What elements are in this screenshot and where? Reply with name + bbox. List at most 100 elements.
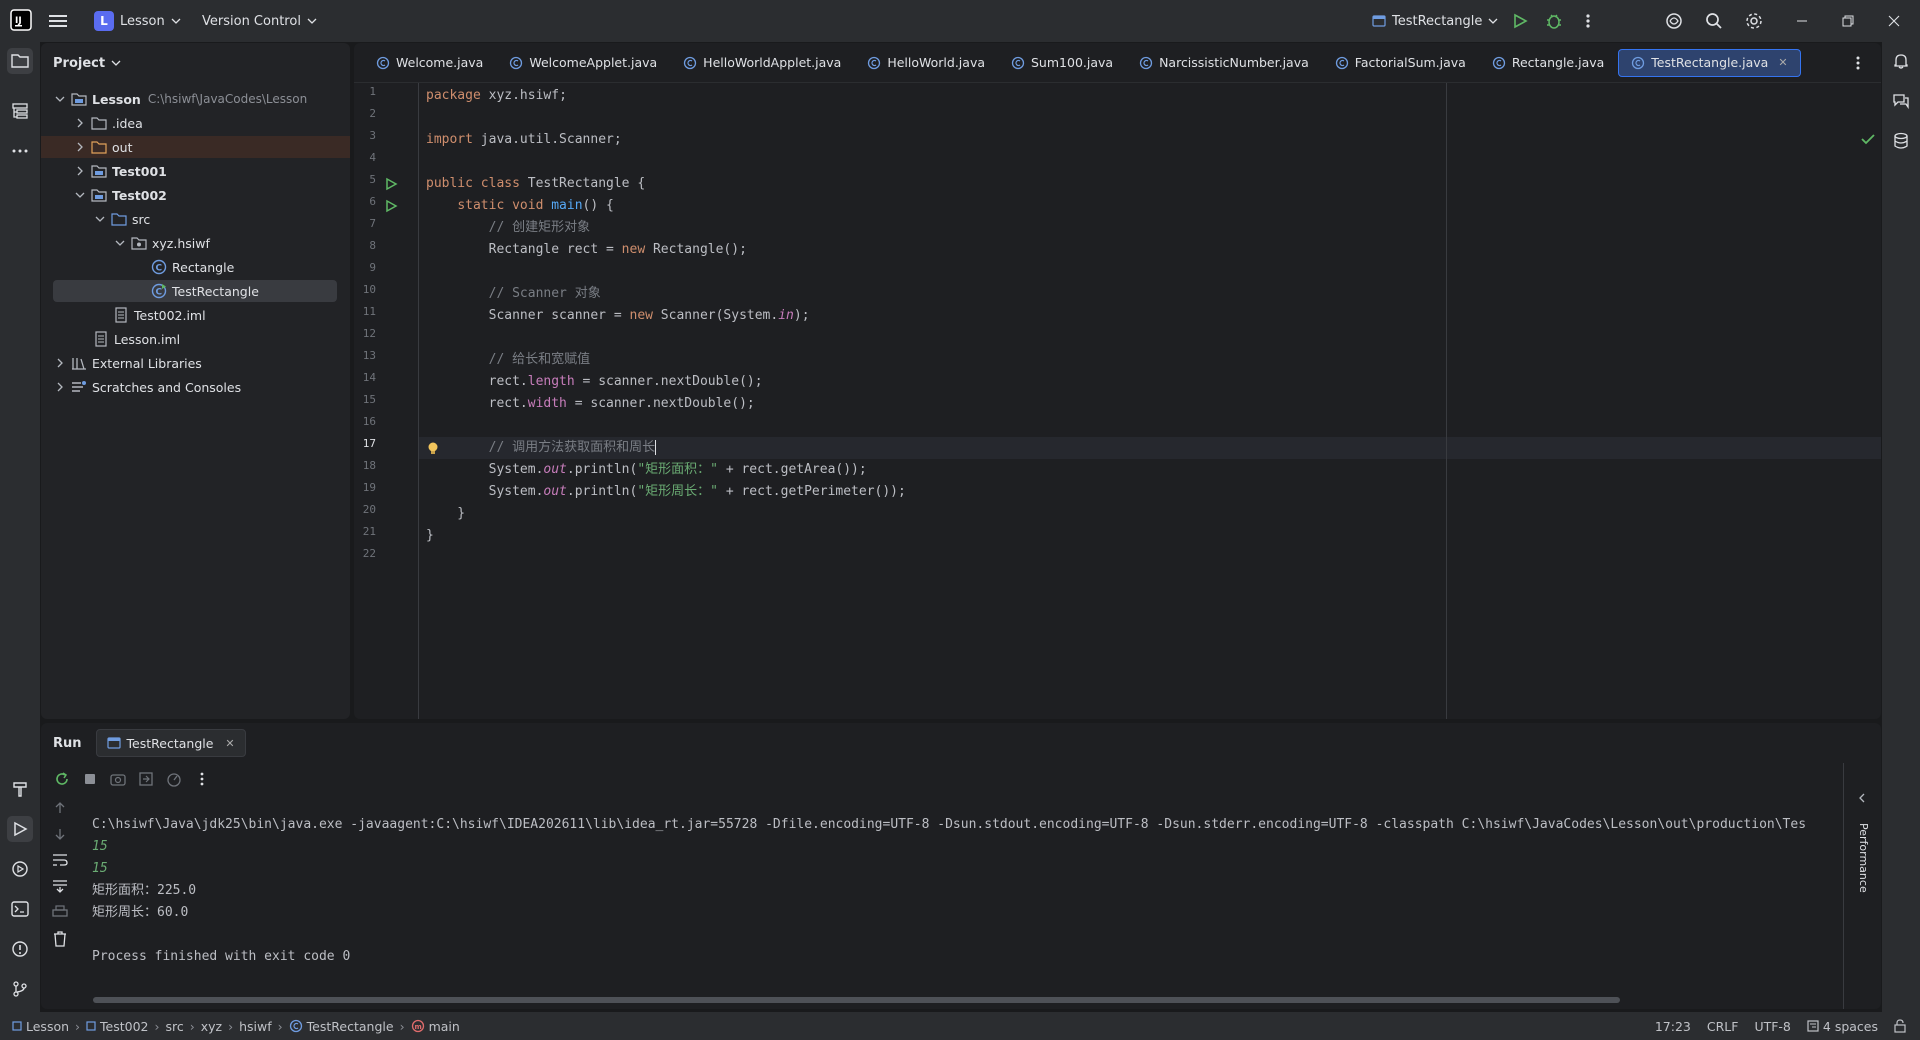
no-problems-check-icon[interactable] xyxy=(1861,133,1875,145)
chevron-down-icon[interactable] xyxy=(113,236,127,250)
run-config-widget[interactable]: TestRectangle xyxy=(1364,7,1506,35)
notifications-bell-icon[interactable] xyxy=(1888,48,1914,74)
tree-item-idea[interactable]: .idea xyxy=(73,112,337,134)
project-panel-header[interactable]: Project xyxy=(41,43,350,83)
print-icon[interactable] xyxy=(52,905,68,919)
trash-icon[interactable] xyxy=(53,931,67,947)
minimize-window-icon[interactable] xyxy=(1790,9,1814,33)
soft-wrap-icon[interactable] xyxy=(52,853,68,867)
tab-narcissisticnumber[interactable]: NarcissisticNumber.java xyxy=(1127,49,1321,77)
breadcrumb-item[interactable]: xyz xyxy=(201,1019,222,1034)
chevron-down-icon[interactable] xyxy=(73,188,87,202)
chevron-right-icon[interactable] xyxy=(73,116,87,130)
chevron-right-icon[interactable] xyxy=(53,356,67,370)
arrow-up-icon[interactable] xyxy=(53,801,67,815)
more-tools-icon[interactable] xyxy=(7,138,33,164)
restore-layout-icon[interactable] xyxy=(135,768,157,790)
tab-options-icon[interactable] xyxy=(1856,55,1860,71)
tree-item-scratches[interactable]: Scratches and Consoles xyxy=(53,376,337,398)
horizontal-scrollbar[interactable] xyxy=(93,997,1620,1003)
services-tool-icon[interactable] xyxy=(7,856,33,882)
read-only-lock-icon[interactable] xyxy=(1894,1019,1906,1033)
tree-item-package[interactable]: xyz.hsiwf xyxy=(113,232,337,254)
rerun-icon[interactable] xyxy=(51,768,73,790)
restore-window-icon[interactable] xyxy=(1836,9,1860,33)
breadcrumb-item[interactable]: Test002 xyxy=(86,1019,149,1034)
file-encoding[interactable]: UTF-8 xyxy=(1754,1019,1790,1034)
tab-welcomeapplet[interactable]: WelcomeApplet.java xyxy=(497,49,669,77)
run-tab-testrectangle[interactable]: TestRectangle ✕ xyxy=(95,729,246,757)
breadcrumb-item[interactable]: hsiwf xyxy=(239,1019,272,1034)
profiler-icon[interactable] xyxy=(163,768,185,790)
editor-panel: Welcome.java WelcomeApplet.java HelloWor… xyxy=(354,43,1881,719)
run-gutter-icon[interactable] xyxy=(384,177,398,191)
run-gutter-icon[interactable] xyxy=(384,199,398,213)
run-tool-icon[interactable] xyxy=(7,816,33,842)
debug-icon[interactable] xyxy=(1542,9,1566,33)
tree-item-rectangle[interactable]: C Rectangle xyxy=(151,256,337,278)
arrow-down-icon[interactable] xyxy=(53,827,67,841)
scroll-to-end-icon[interactable] xyxy=(52,879,68,893)
search-icon[interactable] xyxy=(1702,9,1726,33)
tree-item-test001[interactable]: Test001 xyxy=(73,160,337,182)
breadcrumb-item[interactable]: Lesson xyxy=(12,1019,69,1034)
problems-tool-icon[interactable] xyxy=(7,936,33,962)
stop-icon[interactable] xyxy=(79,768,101,790)
tree-item-test002-iml[interactable]: Test002.iml xyxy=(113,304,337,326)
breadcrumb-item[interactable]: m main xyxy=(411,1019,460,1034)
tree-item-lesson-iml[interactable]: Lesson.iml xyxy=(93,328,337,350)
intellij-logo-icon[interactable]: IJ xyxy=(10,9,32,31)
indent-setting[interactable]: 4 spaces xyxy=(1807,1019,1878,1034)
chevron-down-icon xyxy=(171,18,181,24)
project-widget[interactable]: L Lesson xyxy=(86,7,189,35)
chevron-down-icon[interactable] xyxy=(93,212,107,226)
caret-position[interactable]: 17:23 xyxy=(1655,1019,1691,1034)
build-hammer-icon[interactable] xyxy=(7,776,33,802)
vcs-widget[interactable]: Version Control xyxy=(194,7,325,35)
tab-testrectangle[interactable]: TestRectangle.java ✕ xyxy=(1618,48,1801,77)
chevron-right-icon[interactable] xyxy=(73,164,87,178)
run-icon[interactable] xyxy=(1508,9,1532,33)
git-branch-icon[interactable] xyxy=(7,976,33,1002)
chevron-left-icon[interactable] xyxy=(1857,793,1867,803)
chevron-right-icon[interactable] xyxy=(53,380,67,394)
line-separator[interactable]: CRLF xyxy=(1707,1019,1739,1034)
title-bar: IJ L Lesson Version Control TestRectangl… xyxy=(0,0,1920,42)
ai-assistant-icon[interactable] xyxy=(1662,9,1686,33)
structure-tool-icon[interactable] xyxy=(7,98,33,124)
lightbulb-icon[interactable] xyxy=(427,441,439,457)
tab-helloworldapplet[interactable]: HelloWorldApplet.java xyxy=(671,49,853,77)
tab-helloworld[interactable]: HelloWorld.java xyxy=(855,49,997,77)
status-right-group: 17:23 CRLF UTF-8 4 spaces xyxy=(1655,1012,1920,1040)
settings-gear-icon[interactable] xyxy=(1742,9,1766,33)
run-panel-header: Run TestRectangle ✕ xyxy=(41,723,1881,763)
chevron-right-icon[interactable] xyxy=(73,140,87,154)
tree-item-out[interactable]: out xyxy=(41,136,350,158)
tree-item-external-libraries[interactable]: External Libraries xyxy=(53,352,337,374)
tab-rectangle[interactable]: Rectangle.java xyxy=(1480,49,1616,77)
main-menu-icon[interactable] xyxy=(46,9,70,33)
ai-chat-icon[interactable] xyxy=(1888,88,1914,114)
tree-item-test002[interactable]: Test002 xyxy=(73,184,337,206)
close-tab-icon[interactable]: ✕ xyxy=(1778,56,1787,69)
database-icon[interactable] xyxy=(1888,128,1914,154)
breadcrumb-item[interactable]: src xyxy=(166,1019,184,1034)
tree-item-testrectangle[interactable]: C TestRectangle xyxy=(53,280,337,302)
performance-side-panel[interactable]: Performance xyxy=(1843,763,1881,1009)
screenshot-icon[interactable] xyxy=(107,768,129,790)
terminal-tool-icon[interactable] xyxy=(7,896,33,922)
run-more-options-icon[interactable] xyxy=(191,768,213,790)
chevron-down-icon[interactable] xyxy=(53,92,67,106)
tree-item-lesson[interactable]: Lesson C:\hsiwf\JavaCodes\Lesson xyxy=(53,88,337,110)
close-window-icon[interactable] xyxy=(1882,9,1906,33)
tab-factorialsum[interactable]: FactorialSum.java xyxy=(1323,49,1478,77)
project-tool-icon[interactable] xyxy=(7,48,33,74)
breadcrumb-item[interactable]: TestRectangle xyxy=(289,1019,394,1034)
tab-welcome[interactable]: Welcome.java xyxy=(364,49,495,77)
tree-item-src[interactable]: src xyxy=(93,208,337,230)
tab-label: HelloWorld.java xyxy=(887,55,985,70)
tab-sum100[interactable]: Sum100.java xyxy=(999,49,1125,77)
more-actions-icon[interactable] xyxy=(1576,9,1600,33)
code-area[interactable]: package xyz.hsiwf; import java.util.Scan… xyxy=(418,83,1881,719)
close-run-tab-icon[interactable]: ✕ xyxy=(225,737,234,750)
